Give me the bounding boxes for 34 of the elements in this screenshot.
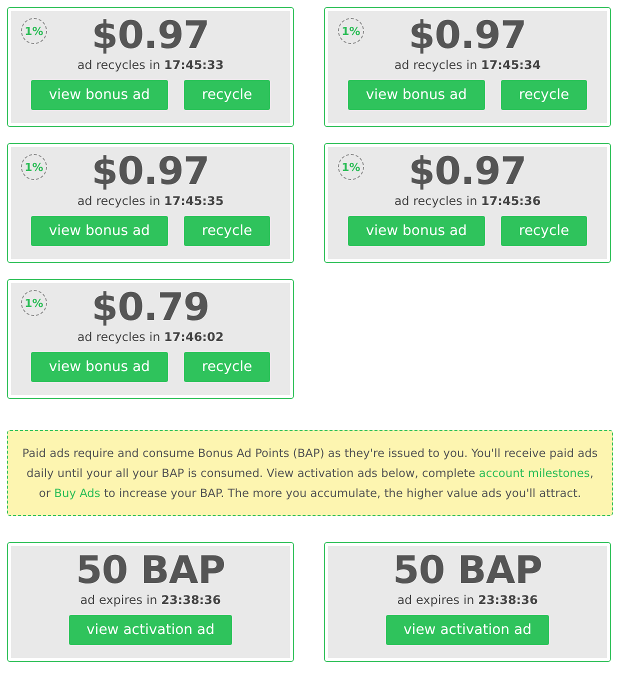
- percent-badge: 1%: [21, 18, 47, 44]
- ad-value: $0.97: [408, 13, 526, 57]
- countdown-text: ad recycles in 17:46:02: [77, 329, 224, 345]
- view-bonus-ad-button[interactable]: view bonus ad: [30, 80, 168, 110]
- view-bonus-ad-button[interactable]: view bonus ad: [348, 216, 485, 246]
- recycle-button[interactable]: recycle: [184, 216, 270, 246]
- view-bonus-ad-button[interactable]: view bonus ad: [348, 80, 485, 110]
- percent-badge: 1%: [21, 154, 47, 180]
- view-bonus-ad-button[interactable]: view bonus ad: [30, 352, 168, 382]
- ad-value: $0.79: [92, 285, 210, 329]
- ad-value: 50 BAP: [392, 548, 542, 592]
- recycle-button[interactable]: recycle: [184, 80, 270, 110]
- percent-badge: 1%: [21, 290, 47, 316]
- ad-value: 50 BAP: [76, 548, 226, 592]
- percent-badge: 1%: [338, 18, 364, 44]
- recycle-button[interactable]: recycle: [500, 80, 588, 110]
- countdown-text: ad expires in 23:38:36: [397, 592, 538, 608]
- view-activation-ad-button[interactable]: view activation ad: [68, 615, 232, 645]
- countdown-text: ad expires in 23:38:36: [80, 592, 221, 608]
- ad-value: $0.97: [92, 13, 210, 57]
- ad-value: $0.97: [92, 149, 210, 193]
- recycle-button[interactable]: recycle: [184, 352, 270, 382]
- view-bonus-ad-button[interactable]: view bonus ad: [30, 216, 168, 246]
- text-link[interactable]: Buy Ads: [54, 486, 100, 500]
- recycle-button[interactable]: recycle: [500, 216, 588, 246]
- countdown-text: ad recycles in 17:45:36: [394, 193, 541, 209]
- info-notice: Paid ads require and consume Bonus Ad Points (BAP) as they're issued to you. You'll receive paid ads daily until your all your BAP is consumed. View activation ads below, complete account milestones, or Buy Ads to increase your BAP. The more you accumulate, the higher value ads you'll attract.: [7, 430, 613, 516]
- countdown-text: ad recycles in 17:45:33: [77, 57, 224, 73]
- percent-badge: 1%: [338, 154, 364, 180]
- ad-value: $0.97: [408, 149, 526, 193]
- view-activation-ad-button[interactable]: view activation ad: [386, 615, 550, 645]
- text-link[interactable]: account milestones: [478, 466, 590, 480]
- countdown-text: ad recycles in 17:45:34: [394, 57, 541, 73]
- countdown-text: ad recycles in 17:45:35: [77, 193, 224, 209]
